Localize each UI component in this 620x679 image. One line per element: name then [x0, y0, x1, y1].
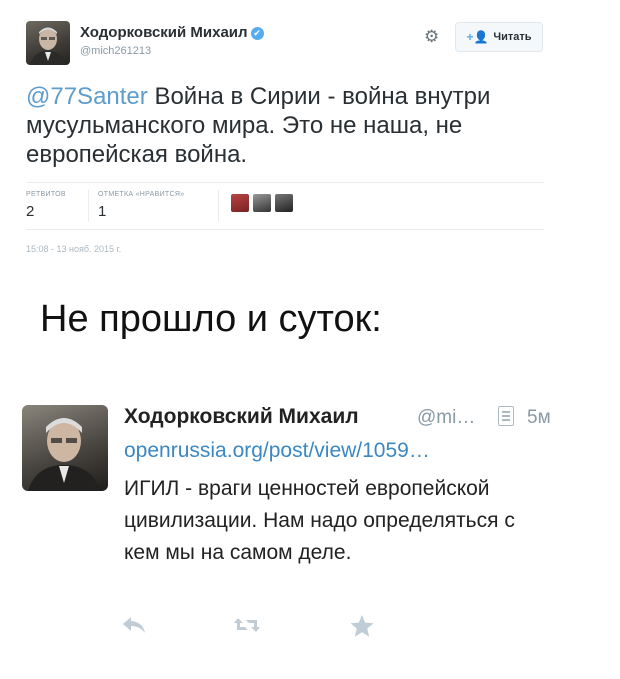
author-name-text[interactable]: Ходорковский Михаил	[80, 24, 248, 41]
tweet-link[interactable]: openrussia.org/post/view/1059…	[124, 439, 430, 463]
retweet-icon[interactable]	[232, 614, 262, 641]
document-icon	[498, 406, 514, 426]
person-icon	[28, 418, 100, 491]
caption: Не прошло и суток:	[40, 298, 382, 340]
liker-avatar[interactable]	[253, 194, 271, 212]
avatar[interactable]	[22, 405, 108, 491]
divider	[26, 229, 544, 230]
person-icon	[30, 27, 66, 65]
add-user-icon: +👤	[466, 30, 489, 44]
author-handle[interactable]: @mich261213	[80, 45, 151, 57]
retweets-count[interactable]: 2	[26, 203, 34, 220]
divider	[88, 190, 89, 222]
follow-button-label: Читать	[493, 31, 532, 43]
likes-count[interactable]: 1	[98, 203, 106, 220]
gear-icon[interactable]: ⚙	[424, 28, 439, 45]
mention-link[interactable]: @77Santer	[26, 83, 148, 110]
author-name[interactable]: Ходорковский Михаил	[124, 405, 359, 429]
follow-button[interactable]: +👤 Читать	[455, 22, 543, 52]
liker-avatar[interactable]	[275, 194, 293, 212]
divider	[26, 182, 544, 183]
tweet-text: ИГИЛ - враги ценностей европейской цивил…	[124, 477, 515, 564]
likes-label: ОТМЕТКА «НРАВИТСЯ»	[98, 191, 185, 198]
timestamp[interactable]: 5м	[527, 407, 551, 429]
retweets-label: РЕТВИТОВ	[26, 191, 66, 198]
avatar[interactable]	[26, 21, 70, 65]
reply-icon[interactable]	[120, 614, 148, 641]
star-icon[interactable]	[349, 614, 375, 643]
author-name[interactable]: Ходорковский Михаил ✔	[80, 24, 264, 41]
divider	[218, 190, 219, 222]
liker-avatar[interactable]	[231, 194, 249, 212]
tweet-text: @77Santer Война в Сирии - война внутри м…	[26, 82, 556, 169]
author-handle[interactable]: @mi…	[417, 407, 475, 429]
timestamp[interactable]: 15:08 - 13 нояб. 2015 г.	[26, 244, 121, 254]
verified-badge-icon: ✔	[250, 27, 264, 40]
